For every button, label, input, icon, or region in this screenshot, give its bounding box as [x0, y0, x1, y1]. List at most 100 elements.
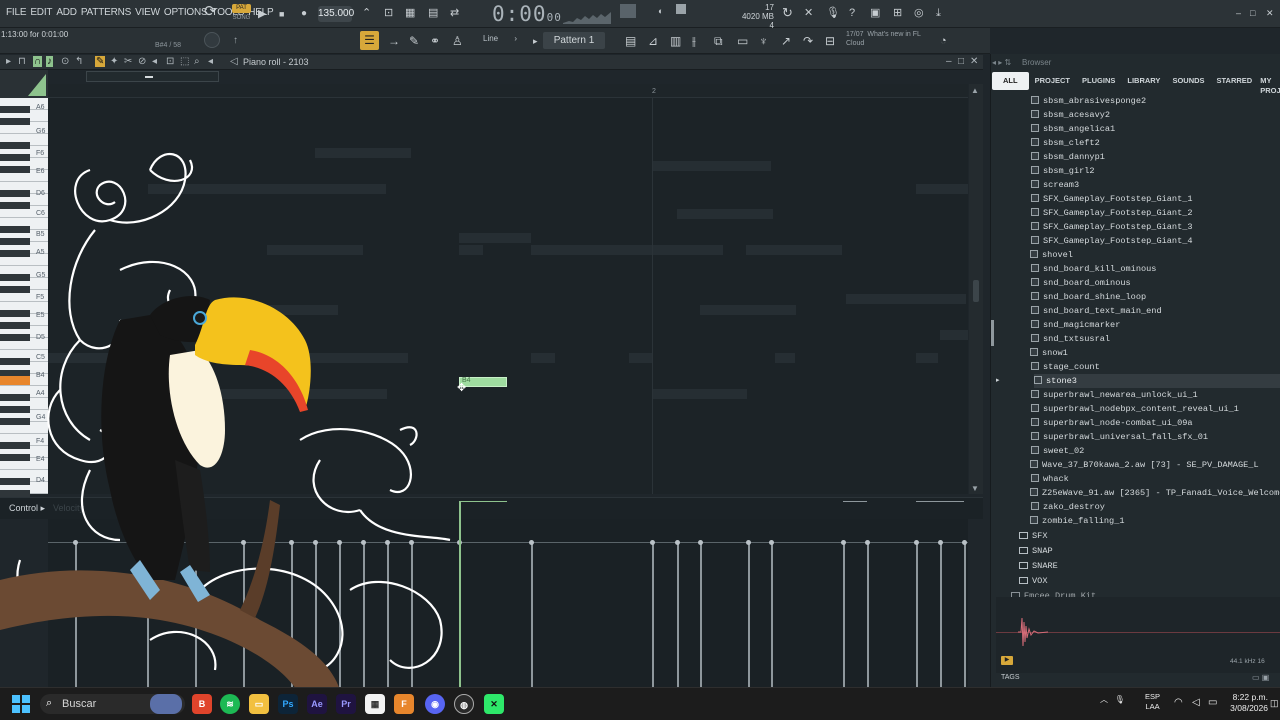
speaker-icon[interactable]: ◁	[230, 56, 238, 67]
volume-icon[interactable]: ◁	[1192, 697, 1200, 708]
velocity-handle[interactable]	[698, 540, 703, 545]
mixer-icon[interactable]: ⊞	[893, 6, 902, 20]
pr-select-icon[interactable]: ⬚	[180, 56, 189, 67]
main-volume-knob[interactable]	[204, 32, 220, 48]
browser-item[interactable]: Z25eWave_91.aw [2365] - TP_Fanadi_Voice_…	[1030, 486, 1280, 500]
menu-edit[interactable]: EDIT	[28, 7, 54, 18]
loop-record-icon[interactable]: ⊡	[384, 6, 393, 20]
velocity-bar[interactable]	[700, 543, 702, 687]
system-tray[interactable]: ︿ 🎙	[1100, 694, 1125, 705]
premiere-icon[interactable]: Pr	[336, 694, 356, 714]
browser-item[interactable]: sbsm_girl2	[1031, 164, 1095, 178]
minimize-icon[interactable]: ‒	[1236, 6, 1241, 20]
browser-item[interactable]: superbrawl_nodebpx_content_reveal_ui_1	[1031, 402, 1239, 416]
song-mode-button[interactable]: SONG	[232, 14, 251, 23]
pr-pencil-icon[interactable]: ✎	[95, 56, 106, 67]
snap-select[interactable]: Line ›	[483, 34, 527, 47]
pr-zoom-icon[interactable]: ⌕	[194, 56, 200, 67]
pr-menu-icon[interactable]: ▸	[6, 56, 11, 67]
tab-plugins[interactable]: PLUGINS	[1076, 72, 1121, 90]
pr-paint-icon[interactable]: ✦	[110, 56, 118, 67]
tools-icon[interactable]: ✕	[804, 6, 813, 20]
spotify-icon[interactable]: ≋	[220, 694, 240, 714]
pr-maximize-icon[interactable]: □	[958, 56, 964, 67]
browser-item[interactable]: snd_board_text_main_end	[1031, 304, 1162, 318]
language-indicator[interactable]: ESP LAA	[1145, 692, 1160, 712]
browser-item[interactable]: SFX_Gameplay_Footstep_Giant_4	[1031, 234, 1193, 248]
windows-start-icon[interactable]	[12, 695, 30, 713]
tag-edit-icons[interactable]: ▭ ▣	[1252, 673, 1269, 682]
play-icon[interactable]: ▶	[258, 7, 266, 21]
capcut-icon[interactable]: ✕	[484, 694, 504, 714]
browser-item[interactable]: sbsm_angelica1	[1031, 122, 1115, 136]
velocity-handle[interactable]	[962, 540, 967, 545]
browser-folder[interactable]: SFX	[1019, 529, 1047, 543]
pitch-knob-icon[interactable]: ↑	[233, 35, 238, 46]
fl-studio-icon[interactable]: F	[394, 694, 414, 714]
cart-icon[interactable]: ⊟	[825, 34, 835, 48]
pattern-prev-icon[interactable]: ▸	[533, 36, 538, 47]
maximize-icon[interactable]: □	[1250, 6, 1255, 20]
undo-icon[interactable]: ↻	[782, 6, 793, 20]
browser-item[interactable]: snow1	[1030, 346, 1068, 360]
mixer-faders-icon[interactable]: ⫲	[692, 34, 696, 49]
help-icon[interactable]: ?	[849, 6, 855, 20]
browser-item[interactable]: snd_txtsusral	[1031, 332, 1110, 346]
velocity-bar[interactable]	[916, 543, 918, 687]
pr-slide-icon[interactable]: ♪	[46, 56, 53, 67]
browser-folder[interactable]: VOX	[1019, 574, 1047, 588]
menu-view[interactable]: VIEW	[133, 7, 162, 18]
pr-snap-icon[interactable]: ∩	[33, 56, 43, 67]
typing-keyboard-icon[interactable]: ▤	[428, 6, 438, 20]
battery-icon[interactable]: ▭	[1208, 697, 1217, 708]
chat-icon[interactable]: ◎	[914, 6, 924, 20]
tempo-display[interactable]: 135.000	[318, 6, 354, 22]
playlist-icon[interactable]: ▤	[625, 34, 636, 48]
arrow-icon[interactable]: →	[388, 34, 400, 48]
pr-close-icon[interactable]: ✕	[970, 56, 978, 67]
velocity-bar[interactable]	[652, 543, 654, 687]
browser-toggle-icon[interactable]: ▭	[737, 34, 748, 48]
browser-item[interactable]: SFX_Gameplay_Footstep_Giant_1	[1031, 192, 1193, 206]
tempo-tapper-icon[interactable]: ↷	[803, 34, 813, 48]
menu-add[interactable]: ADD	[54, 7, 79, 18]
browser-item[interactable]: snd_magicmarker	[1031, 318, 1120, 332]
time-ruler[interactable]	[48, 84, 968, 98]
mic-icon[interactable]: 🎙	[826, 6, 840, 20]
pr-delete-icon[interactable]: ✂	[124, 56, 132, 67]
browser-item[interactable]: Wave_37_B70kawa_2.aw [73] - SE_PV_DAMAGE…	[1030, 458, 1259, 472]
browser-item[interactable]: sbsm_cleft2	[1031, 136, 1100, 150]
clock[interactable]: 8:22 p.m. 3/08/2026	[1228, 692, 1268, 714]
master-volume-icon[interactable]	[620, 4, 636, 18]
menu-patterns[interactable]: PATTERNS	[79, 7, 133, 18]
channel-rack-icon[interactable]: ⊿	[648, 34, 658, 48]
velocity-handle[interactable]	[746, 540, 751, 545]
browser-item[interactable]: stone3	[1034, 374, 1280, 388]
velocity-bar[interactable]	[867, 543, 869, 687]
scroll-up-icon[interactable]: ▲	[971, 86, 979, 95]
mic-tray-icon[interactable]: 🎙	[1115, 695, 1125, 704]
master-pitch-icon[interactable]: ◐	[658, 4, 663, 18]
browser-item[interactable]: snd_board_kill_ominous	[1031, 262, 1156, 276]
pat-mode-button[interactable]: PAT	[232, 4, 251, 13]
record-icon[interactable]: ●	[301, 7, 307, 21]
photoshop-icon[interactable]: Ps	[278, 694, 298, 714]
velocity-bar[interactable]	[940, 543, 942, 687]
plugin-picker-icon[interactable]: ♆	[759, 34, 768, 48]
pr-playback-icon[interactable]: ◂	[208, 56, 213, 67]
obs-icon[interactable]: ◍	[454, 694, 474, 714]
scroll-down-icon[interactable]: ▼	[971, 484, 979, 493]
tray-chevron-icon[interactable]: ︿	[1100, 695, 1108, 704]
vertical-scroll-thumb[interactable]	[973, 280, 979, 302]
tab-sounds[interactable]: SOUNDS	[1166, 72, 1210, 90]
velocity-handle[interactable]	[938, 540, 943, 545]
browser-item[interactable]: SFX_Gameplay_Footstep_Giant_3	[1031, 220, 1193, 234]
pr-magnet-icon[interactable]: ⊓	[18, 56, 26, 67]
velocity-bar[interactable]	[531, 543, 533, 687]
pr-slip-icon[interactable]: ◂	[152, 56, 157, 67]
pr-slice-icon[interactable]: ⊡	[166, 56, 174, 67]
pencil-icon[interactable]: ✎	[409, 34, 419, 48]
browser-scroll-thumb[interactable]	[991, 320, 994, 346]
browser-item[interactable]: sbsm_dannyp1	[1031, 150, 1105, 164]
news-icon[interactable]: ◔	[940, 35, 947, 47]
